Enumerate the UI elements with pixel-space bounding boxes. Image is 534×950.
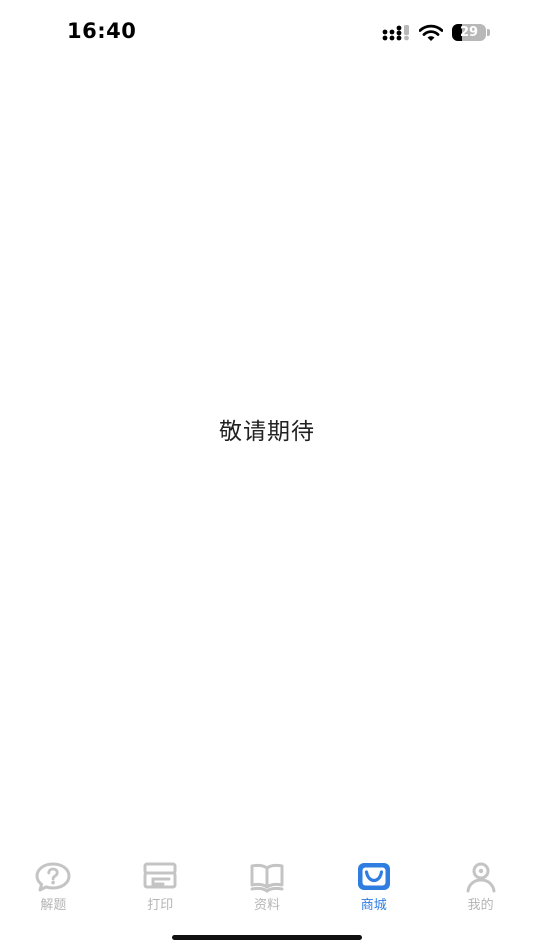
tab-print-label: 打印 — [147, 898, 174, 913]
tab-mine[interactable]: 我的 — [427, 852, 534, 922]
tab-shop-label: 商城 — [360, 898, 387, 913]
book-icon — [248, 861, 286, 893]
battery-body: 29 — [452, 24, 486, 41]
status-time: 16:40 — [67, 19, 137, 43]
bottom-tab-bar: 解题 打印 资料 商城 我的 — [0, 852, 534, 922]
wifi-icon — [419, 24, 443, 41]
shop-bag-icon — [355, 861, 393, 893]
tab-print[interactable]: 打印 — [107, 852, 214, 922]
tab-solve[interactable]: 解题 — [0, 852, 107, 922]
tab-materials-label: 资料 — [253, 898, 280, 913]
tab-solve-label: 解题 — [40, 898, 67, 913]
coming-soon-message: 敬请期待 — [219, 419, 315, 445]
battery-level: 29 — [459, 25, 479, 40]
cellular-signal-icon — [382, 25, 409, 41]
home-indicator[interactable] — [172, 935, 362, 940]
tab-shop[interactable]: 商城 — [320, 852, 427, 922]
app-screen: 16:40 29 敬请期待 解题 打印 资料 商城 我的 — [0, 0, 534, 950]
person-icon — [462, 861, 500, 893]
battery-icon: 29 — [452, 24, 490, 41]
printer-icon — [141, 861, 179, 893]
question-bubble-icon — [34, 861, 72, 893]
tab-mine-label: 我的 — [467, 898, 494, 913]
tab-materials[interactable]: 资料 — [214, 852, 321, 922]
battery-cap — [487, 29, 490, 36]
status-bar: 16:40 29 — [0, 0, 534, 62]
